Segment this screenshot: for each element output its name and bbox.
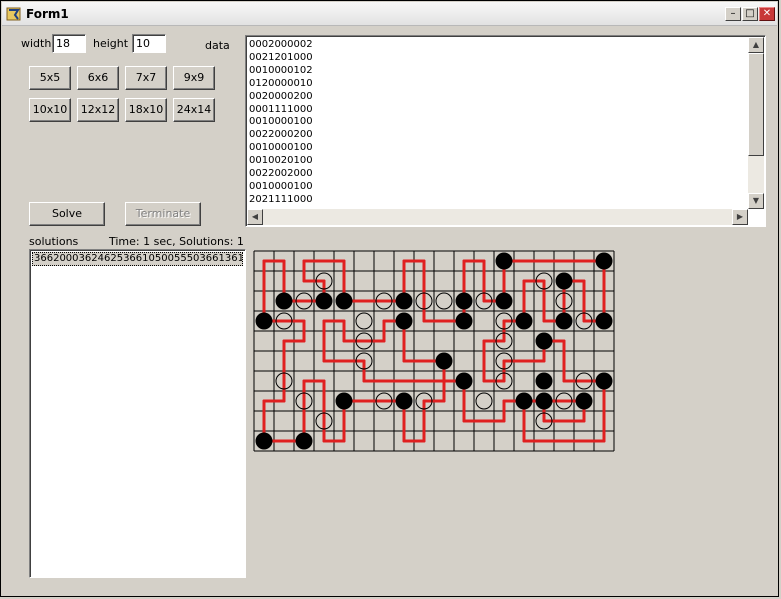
black-circle bbox=[575, 392, 593, 410]
delphi-app-icon bbox=[6, 7, 21, 21]
scroll-up-arrow-icon[interactable]: ▲ bbox=[748, 37, 764, 53]
data-line: 0010020100 bbox=[249, 155, 313, 167]
black-circle bbox=[275, 292, 293, 310]
solve-button[interactable]: Solve bbox=[29, 202, 105, 226]
data-line: 0022000200 bbox=[249, 129, 313, 141]
solutions-listbox[interactable]: 3662000362462536610500555036613614116 bbox=[29, 249, 246, 578]
form1-window: Form1 – □ ✕ width 18 height 10 data 5x5 … bbox=[0, 0, 779, 597]
black-circle bbox=[255, 312, 273, 330]
data-line: 0120000010 bbox=[249, 77, 313, 89]
height-label: height bbox=[93, 37, 129, 50]
black-circle bbox=[455, 312, 473, 330]
size-7x7-button[interactable]: 7x7 bbox=[125, 66, 167, 90]
scroll-left-arrow-icon[interactable]: ◀ bbox=[247, 209, 263, 225]
black-circle bbox=[515, 312, 533, 330]
maximize-button[interactable]: □ bbox=[742, 7, 758, 21]
data-line: 0020000200 bbox=[249, 90, 313, 102]
data-label: data bbox=[205, 39, 230, 52]
close-button[interactable]: ✕ bbox=[759, 7, 775, 21]
memo-vertical-scrollbar[interactable]: ▲ ▼ bbox=[748, 37, 764, 209]
data-line: 0001111000 bbox=[249, 103, 313, 115]
title-bar[interactable]: Form1 – □ ✕ bbox=[2, 2, 777, 26]
width-label: width bbox=[21, 37, 52, 50]
height-input[interactable]: 10 bbox=[132, 34, 166, 53]
memo-horizontal-scrollbar[interactable]: ◀ ▶ bbox=[247, 209, 748, 225]
white-circle bbox=[475, 392, 493, 410]
black-circle bbox=[395, 292, 413, 310]
black-circle bbox=[335, 292, 353, 310]
size-6x6-button[interactable]: 6x6 bbox=[77, 66, 119, 90]
black-circle bbox=[555, 312, 573, 330]
black-circle bbox=[455, 372, 473, 390]
data-line: 2021111000 bbox=[249, 193, 313, 205]
width-input[interactable]: 18 bbox=[52, 34, 86, 53]
puzzle-board[interactable] bbox=[253, 250, 615, 452]
white-circle bbox=[435, 292, 453, 310]
black-circle bbox=[255, 432, 273, 450]
size-24x14-button[interactable]: 24x14 bbox=[173, 98, 215, 122]
black-circle bbox=[595, 312, 613, 330]
black-circle bbox=[535, 372, 553, 390]
size-9x9-button[interactable]: 9x9 bbox=[173, 66, 215, 90]
black-circle bbox=[435, 352, 453, 370]
size-12x12-button[interactable]: 12x12 bbox=[77, 98, 119, 122]
solutions-label: solutions bbox=[29, 235, 79, 248]
black-circle bbox=[595, 372, 613, 390]
black-circle bbox=[315, 292, 333, 310]
black-circle bbox=[595, 252, 613, 270]
vertical-scroll-thumb[interactable] bbox=[748, 53, 764, 156]
black-circle bbox=[535, 392, 553, 410]
black-circle bbox=[395, 312, 413, 330]
black-circle bbox=[455, 292, 473, 310]
black-circle bbox=[515, 392, 533, 410]
solution-list-item[interactable]: 3662000362462536610500555036613614116 bbox=[32, 252, 243, 266]
black-circle bbox=[335, 392, 353, 410]
black-circle bbox=[295, 432, 313, 450]
data-line: 0010000100 bbox=[249, 116, 313, 128]
data-line: 0022002000 bbox=[249, 168, 313, 180]
size-10x10-button[interactable]: 10x10 bbox=[29, 98, 71, 122]
data-line: 0021201000 bbox=[249, 51, 313, 63]
data-memo[interactable]: 0002000002 0021201000 0010000102 0120000010… bbox=[245, 35, 766, 227]
status-text: Time: 1 sec, Solutions: 1 bbox=[109, 235, 244, 248]
scroll-right-arrow-icon[interactable]: ▶ bbox=[732, 209, 748, 225]
data-line: 0002000002 bbox=[249, 39, 313, 50]
black-circle bbox=[495, 252, 513, 270]
black-circle bbox=[495, 292, 513, 310]
black-circle bbox=[395, 392, 413, 410]
minimize-button[interactable]: – bbox=[725, 7, 741, 21]
black-circle bbox=[535, 332, 553, 350]
data-memo-lines: 0002000002 0021201000 0010000102 0120000010… bbox=[249, 39, 313, 207]
data-line: 0010000100 bbox=[249, 142, 313, 154]
white-circle bbox=[355, 312, 373, 330]
window-title: Form1 bbox=[26, 7, 69, 21]
data-line: 0010000102 bbox=[249, 64, 313, 76]
size-18x10-button[interactable]: 18x10 bbox=[125, 98, 167, 122]
scroll-down-arrow-icon[interactable]: ▼ bbox=[748, 193, 764, 209]
black-circle bbox=[555, 272, 573, 290]
size-5x5-button[interactable]: 5x5 bbox=[29, 66, 71, 90]
terminate-button[interactable]: Terminate bbox=[125, 202, 201, 226]
data-line: 0010000100 bbox=[249, 180, 313, 192]
